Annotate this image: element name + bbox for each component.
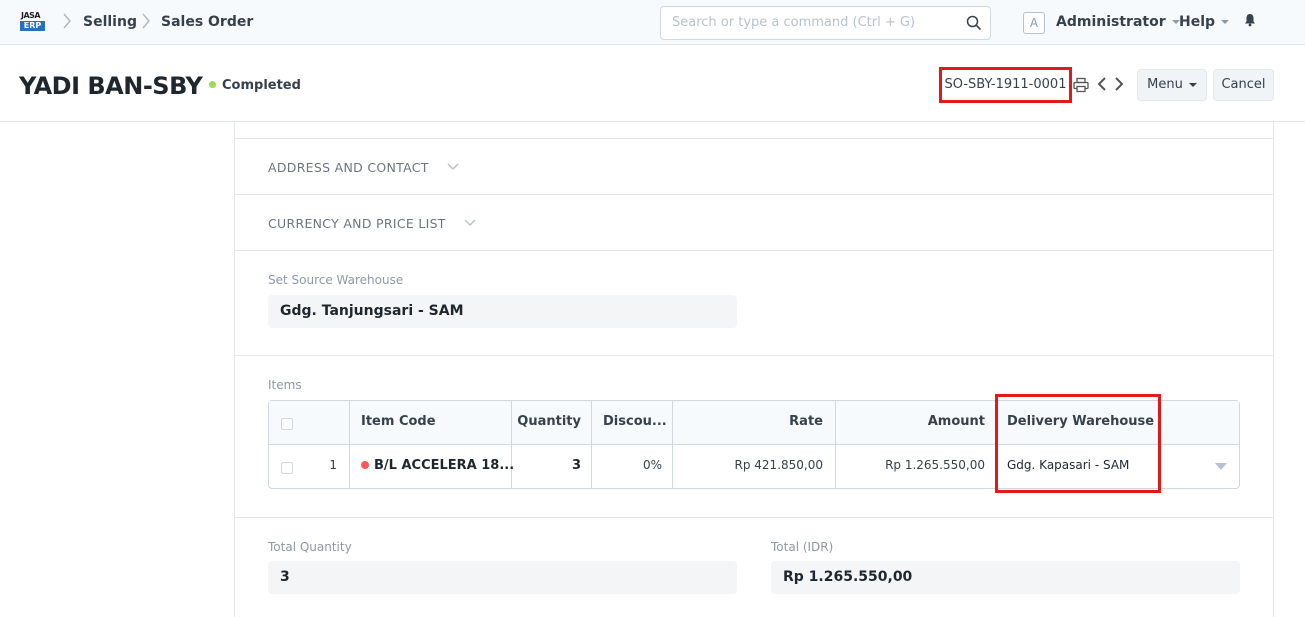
caret-down-icon <box>1188 82 1197 87</box>
caret-down-icon <box>1221 20 1230 24</box>
highlight-box <box>995 394 1161 493</box>
total-quantity-field[interactable]: 3 <box>268 561 737 594</box>
section-address-contact[interactable]: ADDRESS AND CONTACT <box>268 160 459 175</box>
row-item-code[interactable]: B/L ACCELERA 18... <box>361 458 514 473</box>
previous-doc-icon[interactable] <box>1096 76 1108 92</box>
chevron-down-icon <box>464 218 476 226</box>
row-discount[interactable]: 0% <box>591 458 662 472</box>
section-title: ADDRESS AND CONTACT <box>268 160 429 175</box>
row-rate[interactable]: Rp 421.850,00 <box>672 458 823 472</box>
section-currency-price-list[interactable]: CURRENCY AND PRICE LIST <box>268 216 476 231</box>
row-index: 1 <box>329 458 337 472</box>
breadcrumb-sales-order[interactable]: Sales Order <box>161 14 253 30</box>
col-amount[interactable]: Amount <box>835 414 985 429</box>
next-doc-icon[interactable] <box>1113 76 1125 92</box>
document-name[interactable]: SO-SBY-1911-0001 <box>939 67 1072 103</box>
col-quantity[interactable]: Quantity <box>511 414 581 429</box>
navbar: JASA ERP Selling Sales Order A Administr… <box>0 0 1305 45</box>
col-item-code[interactable]: Item Code <box>361 414 436 429</box>
total-idr-label: Total (IDR) <box>771 540 834 554</box>
select-all-checkbox[interactable] <box>281 418 293 430</box>
divider <box>234 355 1274 356</box>
total-idr-field[interactable]: Rp 1.265.550,00 <box>771 561 1240 594</box>
items-label: Items <box>268 378 302 392</box>
status-dot <box>209 81 216 88</box>
divider <box>234 517 1274 518</box>
chevron-right-icon <box>63 13 71 29</box>
logo-top-text: JASA <box>21 11 41 20</box>
source-warehouse-field[interactable]: Gdg. Tanjungsari - SAM <box>268 295 737 328</box>
status-indicator: Completed <box>209 78 301 93</box>
search-input[interactable] <box>672 15 952 30</box>
divider <box>0 121 1305 122</box>
divider <box>234 250 1274 251</box>
user-menu[interactable]: Administrator <box>1056 14 1180 30</box>
divider <box>591 401 592 488</box>
row-amount[interactable]: Rp 1.265.550,00 <box>835 458 985 472</box>
menu-button-label: Menu <box>1147 77 1183 92</box>
app-logo[interactable]: JASA ERP <box>19 11 46 33</box>
help-menu[interactable]: Help <box>1179 14 1230 30</box>
divider <box>1273 121 1274 617</box>
chevron-right-icon <box>142 13 150 29</box>
item-code-text: B/L ACCELERA 18... <box>374 458 515 473</box>
printer-icon[interactable] <box>1073 77 1089 93</box>
help-label: Help <box>1179 14 1216 30</box>
divider <box>234 138 1274 139</box>
col-discount[interactable]: Discou... <box>603 414 667 429</box>
bell-icon[interactable] <box>1244 13 1256 27</box>
divider <box>349 401 350 488</box>
divider <box>234 194 1274 195</box>
logo-bottom-text: ERP <box>20 21 45 31</box>
breadcrumb-selling[interactable]: Selling <box>83 14 137 30</box>
col-rate[interactable]: Rate <box>672 414 823 429</box>
page-title: YADI BAN-SBY <box>19 72 203 100</box>
row-checkbox[interactable] <box>281 462 293 474</box>
source-warehouse-label: Set Source Warehouse <box>268 273 404 287</box>
row-expand-icon[interactable] <box>1215 463 1227 470</box>
avatar[interactable]: A <box>1023 12 1045 34</box>
status-label: Completed <box>222 78 301 93</box>
search-bar[interactable] <box>660 6 991 40</box>
chevron-down-icon <box>447 162 459 170</box>
section-title: CURRENCY AND PRICE LIST <box>268 216 446 231</box>
row-quantity[interactable]: 3 <box>511 458 581 473</box>
divider <box>234 121 235 617</box>
user-label: Administrator <box>1056 14 1166 30</box>
menu-button[interactable]: Menu <box>1137 69 1207 101</box>
cancel-button[interactable]: Cancel <box>1213 69 1274 101</box>
stock-status-dot <box>361 460 369 469</box>
total-quantity-label: Total Quantity <box>268 540 352 554</box>
search-icon[interactable] <box>966 15 982 31</box>
